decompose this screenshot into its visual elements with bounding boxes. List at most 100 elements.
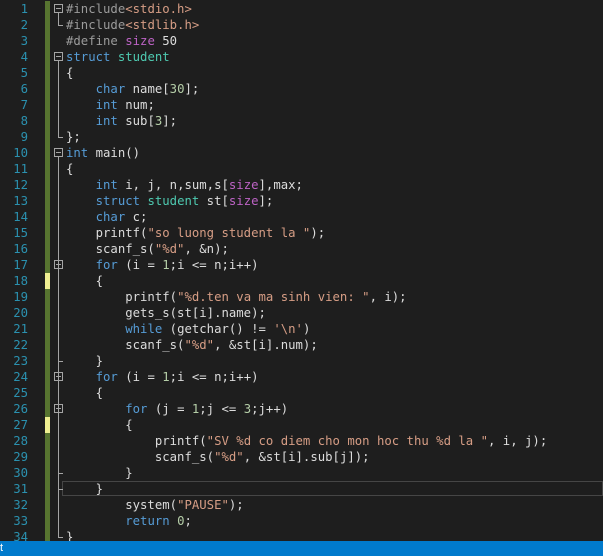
code-text[interactable]: {	[66, 161, 73, 177]
code-line[interactable]: 20 gets_s(st[i].name);	[0, 305, 603, 321]
code-token: (i =	[117, 370, 163, 384]
line-number: 30	[13, 466, 28, 480]
code-text[interactable]: #include<stdlib.h>	[66, 17, 199, 33]
code-text[interactable]: int main()	[66, 145, 140, 161]
line-number: 34	[13, 530, 28, 541]
code-line[interactable]: 33 return 0;	[0, 513, 603, 529]
saved-change-marker	[45, 385, 50, 401]
code-text[interactable]: }	[66, 529, 73, 541]
code-text[interactable]: while (getchar() != '\n')	[66, 321, 310, 337]
code-line[interactable]: 13 struct student st[size];	[0, 193, 603, 209]
code-text[interactable]: {	[66, 273, 103, 289]
code-line[interactable]: 30 }	[0, 465, 603, 481]
code-line[interactable]: 34}	[0, 529, 603, 541]
outline-line	[58, 61, 59, 137]
line-number: 27	[13, 418, 28, 432]
collapse-toggle-icon[interactable]	[54, 52, 63, 61]
code-text[interactable]: }	[66, 481, 103, 497]
code-text[interactable]: printf("so luong student la ");	[66, 225, 326, 241]
code-token: for	[95, 258, 118, 272]
code-line[interactable]: 5{	[0, 65, 603, 81]
code-token: ;i <= n;i++)	[169, 370, 259, 384]
code-text[interactable]: #include<stdio.h>	[66, 1, 192, 17]
code-line[interactable]: 29 scanf_s("%d", &st[i].sub[j]);	[0, 449, 603, 465]
code-text[interactable]: return 0;	[66, 513, 192, 529]
code-text[interactable]: scanf_s("%d", &n);	[66, 241, 229, 257]
code-line[interactable]: 17 for (i = 1;i <= n;i++)	[0, 257, 603, 273]
code-token: }	[66, 466, 133, 480]
code-text[interactable]: for (i = 1;i <= n;i++)	[66, 257, 259, 273]
code-token: char	[95, 82, 126, 96]
code-line[interactable]: 28 printf("SV %d co diem cho mon hoc thu…	[0, 433, 603, 449]
code-text[interactable]: char c;	[66, 209, 148, 225]
code-text[interactable]: system("PAUSE");	[66, 497, 243, 513]
line-number: 8	[20, 114, 28, 128]
code-text[interactable]: };	[66, 129, 81, 145]
line-number: 25	[13, 386, 28, 400]
line-number: 13	[13, 194, 28, 208]
outline-line	[58, 13, 59, 25]
code-line[interactable]: 15 printf("so luong student la ");	[0, 225, 603, 241]
code-line[interactable]: 31 }	[0, 481, 603, 497]
code-token: student	[117, 50, 170, 64]
code-text[interactable]: }	[66, 353, 103, 369]
code-editor[interactable]: 1 #include<stdio.h> 2 #include<stdlib.h> 3 #d…	[0, 0, 603, 541]
code-text[interactable]: #define size 50	[66, 33, 177, 49]
code-line[interactable]: 6 char name[30];	[0, 81, 603, 97]
saved-change-marker	[45, 305, 50, 321]
code-line[interactable]: 21 while (getchar() != '\n')	[0, 321, 603, 337]
code-line[interactable]: 14 char c;	[0, 209, 603, 225]
code-text[interactable]: struct student st[size];	[66, 193, 274, 209]
code-text[interactable]: char name[30];	[66, 81, 200, 97]
code-text[interactable]: printf("%d.ten va ma sinh vien: ", i);	[66, 289, 406, 305]
line-number: 15	[13, 226, 28, 240]
code-line[interactable]: 24 for (i = 1;i <= n;i++)	[0, 369, 603, 385]
code-line[interactable]: 4 struct student	[0, 49, 603, 65]
code-token: "so luong student la "	[147, 226, 311, 240]
code-text[interactable]: {	[66, 385, 103, 401]
code-text[interactable]: scanf_s("%d", &st[i].num);	[66, 337, 318, 353]
code-line[interactable]: 19 printf("%d.ten va ma sinh vien: ", i)…	[0, 289, 603, 305]
code-line[interactable]: 12 int i, j, n,sum,s[size],max;	[0, 177, 603, 193]
code-line[interactable]: 27 {	[0, 417, 603, 433]
code-line[interactable]: 11 {	[0, 161, 603, 177]
code-token: ],max;	[258, 178, 303, 192]
saved-change-marker	[45, 49, 50, 65]
saved-change-marker	[45, 497, 50, 513]
code-text[interactable]: for (j = 1;j <= 3;j++)	[66, 401, 288, 417]
code-text[interactable]: int sub[3];	[66, 113, 177, 129]
code-text[interactable]: {	[66, 65, 73, 81]
outline-line	[58, 413, 59, 473]
saved-change-marker	[45, 257, 50, 273]
code-line[interactable]: 3 #define size 50	[0, 33, 603, 49]
code-line[interactable]: 16 scanf_s("%d", &n);	[0, 241, 603, 257]
code-text[interactable]: printf("SV %d co diem cho mon hoc thu %d…	[66, 433, 547, 449]
code-line[interactable]: 26 for (j = 1;j <= 3;j++)	[0, 401, 603, 417]
code-token: };	[66, 130, 81, 144]
code-line[interactable]: 23 }	[0, 353, 603, 369]
code-line[interactable]: 1 #include<stdio.h>	[0, 1, 603, 17]
code-line[interactable]: 7 int num;	[0, 97, 603, 113]
collapse-toggle-icon[interactable]	[54, 148, 63, 157]
code-line[interactable]: 18 {	[0, 273, 603, 289]
code-text[interactable]: }	[66, 465, 133, 481]
code-line[interactable]: 10 int main()	[0, 145, 603, 161]
code-line[interactable]: 25 {	[0, 385, 603, 401]
code-line[interactable]: 32 system("PAUSE");	[0, 497, 603, 513]
code-text[interactable]: int num;	[66, 97, 155, 113]
code-text[interactable]: int i, j, n,sum,s[size],max;	[66, 177, 303, 193]
saved-change-marker	[45, 1, 50, 17]
code-text[interactable]: {	[66, 417, 132, 433]
code-text[interactable]: scanf_s("%d", &st[i].sub[j]);	[66, 449, 370, 465]
code-text[interactable]: struct student	[66, 49, 170, 65]
line-number: 22	[13, 338, 28, 352]
code-line[interactable]: 8 int sub[3];	[0, 113, 603, 129]
collapse-toggle-icon[interactable]	[54, 4, 63, 13]
code-line[interactable]: 22 scanf_s("%d", &st[i].num);	[0, 337, 603, 353]
code-text[interactable]: for (i = 1;i <= n;i++)	[66, 369, 259, 385]
code-token: ];	[162, 114, 178, 128]
code-line[interactable]: 9};	[0, 129, 603, 145]
code-line[interactable]: 2 #include<stdlib.h>	[0, 17, 603, 33]
code-text[interactable]: gets_s(st[i].name);	[66, 305, 266, 321]
